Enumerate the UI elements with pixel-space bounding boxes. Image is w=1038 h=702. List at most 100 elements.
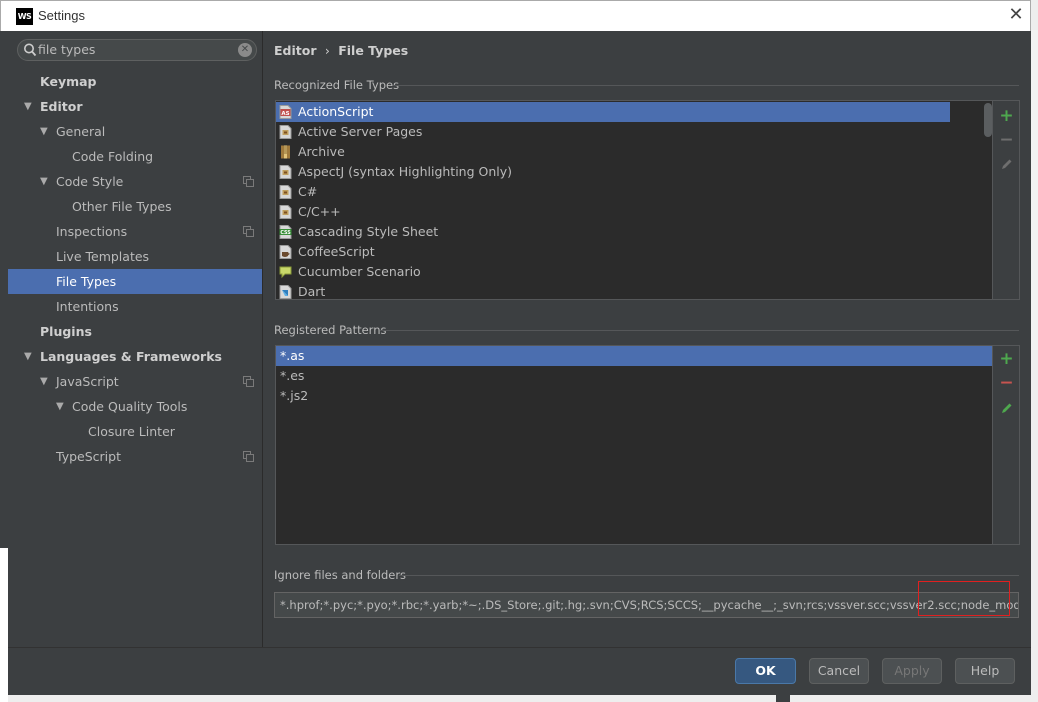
file-type-label: CoffeeScript [298,244,375,259]
tree-item-label: File Types [56,274,117,289]
expand-arrow-icon[interactable]: ▼ [40,169,48,194]
node-modules-highlight [918,581,1010,616]
pattern-item[interactable]: *.js2 [276,386,992,406]
file-icon [279,185,292,199]
breadcrumb-editor: Editor [274,43,317,58]
expand-arrow-icon[interactable]: ▼ [56,394,64,419]
tree-item[interactable]: TypeScript [8,444,262,469]
file-type-label: AspectJ (syntax Highlighting Only) [298,164,513,179]
tree-item-label: Other File Types [72,199,172,214]
file-type-item[interactable]: C/C++ [276,202,992,222]
settings-tree: Keymap ▼ Editor ▼ General Code Folding ▼ Code S… [8,69,262,469]
tree-item[interactable]: Inspections [8,219,262,244]
file-type-item[interactable]: CoffeeScript [276,242,992,262]
edit-file-type-icon[interactable] [999,157,1014,172]
apply-button[interactable]: Apply [882,658,942,684]
tree-item-label: Code Style [56,174,124,189]
file-type-item[interactable]: Archive [276,142,992,162]
remove-file-type-icon[interactable]: − [999,132,1014,149]
tree-item[interactable]: File Types [8,269,262,294]
file-type-item[interactable]: C# [276,182,992,202]
file-type-label: Cucumber Scenario [298,264,421,279]
section-divider [380,330,1019,331]
clear-search-icon[interactable]: ✕ [238,43,252,57]
close-icon[interactable]: ✕ [1006,5,1026,25]
actionscript-icon: AS [279,105,292,119]
tree-item[interactable]: ▼ Code Style [8,169,262,194]
remove-pattern-icon[interactable]: − [999,375,1014,392]
background-window-edge [776,694,790,702]
svg-text:AS: AS [281,111,289,117]
file-icon [279,205,292,219]
tree-item[interactable]: Plugins [8,319,262,344]
edit-pattern-icon[interactable] [999,401,1014,416]
background-window-edge [1030,30,1038,350]
breadcrumb-separator: › [324,43,330,58]
webstorm-app-icon: WS [16,8,33,25]
project-settings-icon [243,226,254,237]
list-scrollbar[interactable] [984,103,992,137]
tree-item-label: Code Folding [72,149,154,164]
settings-sidebar: file types ✕ Keymap ▼ Editor ▼ General Code F… [8,31,263,647]
tree-item[interactable]: ▼ JavaScript [8,369,262,394]
cucumber-icon [279,266,292,279]
section-divider [393,85,1019,86]
tree-item-label: Live Templates [56,249,150,264]
search-input[interactable]: file types ✕ [17,39,257,61]
tree-item[interactable]: Keymap [8,69,262,94]
file-type-item[interactable]: AspectJ (syntax Highlighting Only) [276,162,992,182]
help-button[interactable]: Help [955,658,1015,684]
settings-dialog: WS Settings ✕ file types ✕ Keymap ▼ Editor… [0,0,1031,695]
tree-item[interactable]: ▼ Editor [8,94,262,119]
file-icon [279,125,292,139]
tree-item[interactable]: ▼ Languages & Frameworks [8,344,262,369]
search-icon [24,43,37,57]
coffee-icon [279,245,292,259]
file-type-label: Cascading Style Sheet [298,224,439,239]
tree-item[interactable]: ▼ Code Quality Tools [8,394,262,419]
tree-item-label: General [56,124,106,139]
file-type-item[interactable]: Dart [276,282,992,299]
recognized-file-types-title: Recognized File Types [274,78,400,92]
tree-item[interactable]: Code Folding [8,144,262,169]
expand-arrow-icon[interactable]: ▼ [24,344,32,369]
svg-text:CSS: CSS [280,230,291,236]
section-divider [399,575,1019,576]
tree-item-label: TypeScript [56,449,121,464]
file-type-item[interactable]: Cucumber Scenario [276,262,992,282]
tree-item[interactable]: Live Templates [8,244,262,269]
pattern-item[interactable]: *.es [276,366,992,386]
expand-arrow-icon[interactable]: ▼ [24,94,32,119]
breadcrumb-file-types: File Types [338,43,409,58]
patterns-toolbar: + − [993,345,1020,545]
tree-item[interactable]: ▼ General [8,119,262,144]
file-types-panel: Editor › File Types Recognized File Type… [263,31,1031,647]
ignore-files-input[interactable]: *.hprof;*.pyc;*.pyo;*.rbc;*.yarb;*~;.DS_… [274,592,1019,618]
registered-patterns-list[interactable]: *.as *.es *.js2 [275,345,993,545]
file-type-item[interactable]: AS ActionScript [276,102,950,122]
add-file-type-icon[interactable]: + [999,108,1014,125]
pattern-label: *.es [280,368,305,383]
pattern-item[interactable]: *.as [276,346,992,366]
title-bar[interactable]: WS Settings ✕ [0,0,1031,31]
cancel-button[interactable]: Cancel [809,658,869,684]
ignore-files-title: Ignore files and folders [274,568,407,582]
registered-patterns-title: Registered Patterns [274,323,387,337]
expand-arrow-icon[interactable]: ▼ [40,369,48,394]
tree-item[interactable]: Other File Types [8,194,262,219]
file-type-label: C# [298,184,318,199]
search-text: file types [38,42,96,57]
file-type-item[interactable]: Active Server Pages [276,122,992,142]
pattern-label: *.as [280,348,305,363]
file-type-item[interactable]: CSS Cascading Style Sheet [276,222,992,242]
tree-item-label: Intentions [56,299,119,314]
ok-button[interactable]: OK [735,658,796,684]
breadcrumb: Editor › File Types [274,43,408,58]
tree-item[interactable]: Intentions [8,294,262,319]
recognized-file-types-list[interactable]: AS ActionScript Active Server Pages Archive… [275,100,993,300]
tree-item[interactable]: Closure Linter [8,419,262,444]
add-pattern-icon[interactable]: + [999,351,1014,368]
expand-arrow-icon[interactable]: ▼ [40,119,48,144]
file-type-label: ActionScript [298,104,374,119]
tree-item-label: Languages & Frameworks [40,349,222,364]
